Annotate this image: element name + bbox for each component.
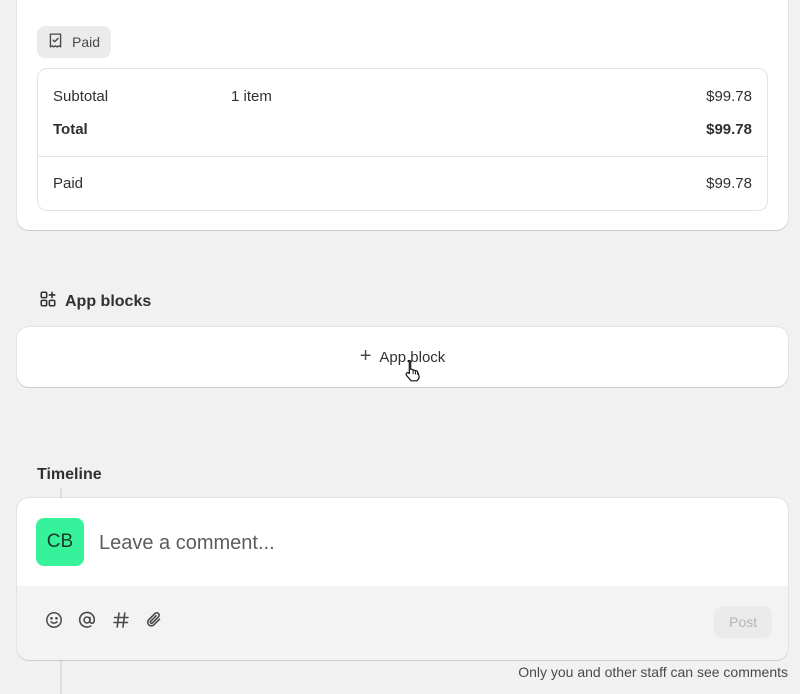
post-button[interactable]: Post: [714, 606, 772, 638]
comments-visibility-note: Only you and other staff can see comment…: [518, 664, 788, 680]
total-row: Total $99.78: [53, 119, 752, 139]
app-blocks-heading: App blocks: [39, 290, 151, 313]
payment-status-badge: Paid: [37, 26, 112, 58]
subtotal-item-count: 1 item: [231, 87, 272, 105]
avatar-initials: CB: [46, 531, 74, 552]
hand-pointer-cursor-icon: [405, 359, 420, 382]
avatar: CB: [36, 518, 84, 566]
payment-card: Paid Subtotal 1 item $99.78 Total $99.78…: [17, 0, 788, 230]
payment-status-label: Paid: [72, 34, 101, 50]
summary-divider: [38, 156, 767, 157]
timeline-heading: Timeline: [37, 466, 102, 484]
mention-icon[interactable]: [76, 609, 98, 631]
attachment-icon[interactable]: [143, 609, 165, 631]
subtotal-label: Subtotal: [53, 87, 109, 105]
subtotal-row: Subtotal 1 item $99.78: [53, 86, 752, 106]
app-blocks-title: App blocks: [65, 292, 152, 310]
timeline-title: Timeline: [37, 466, 102, 483]
emoji-icon[interactable]: [43, 609, 65, 631]
subtotal-amount: $99.78: [706, 87, 752, 105]
plus-icon: +: [359, 345, 372, 367]
comment-card: CB Post: [17, 498, 788, 660]
hashtag-icon[interactable]: [110, 609, 132, 631]
paid-row: Paid $99.78: [53, 173, 752, 193]
comment-input[interactable]: [99, 527, 759, 559]
total-amount: $99.78: [706, 120, 752, 138]
receipt-check-icon: [47, 32, 64, 52]
paid-label: Paid: [53, 174, 84, 192]
paid-amount: $99.78: [706, 174, 752, 192]
payment-summary: Subtotal 1 item $99.78 Total $99.78 Paid…: [37, 68, 768, 211]
comment-toolbar: Post: [17, 586, 788, 660]
apps-add-icon: [39, 290, 57, 313]
total-label: Total: [53, 120, 88, 138]
